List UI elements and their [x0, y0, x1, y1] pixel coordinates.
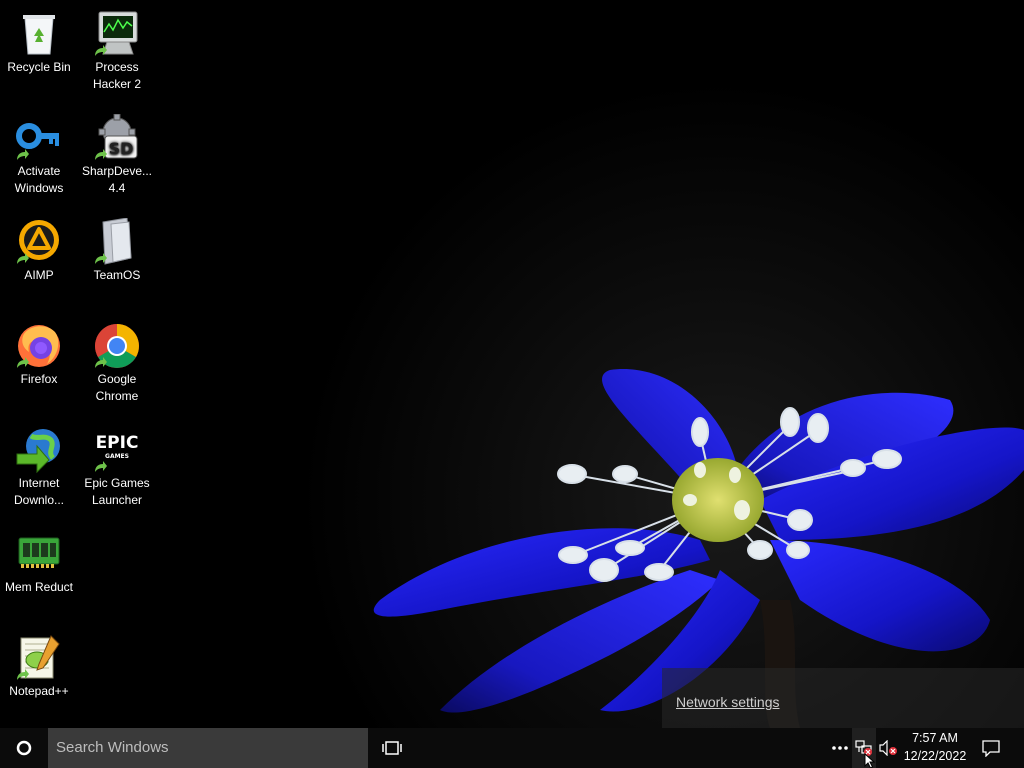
- network-flyout: Network settings: [662, 668, 1024, 728]
- mouse-cursor-icon: [864, 752, 876, 768]
- key-icon: [15, 114, 63, 162]
- clock-date: 12/22/2022: [903, 749, 967, 763]
- desktop-icon-label: Firefox: [20, 372, 58, 386]
- desktop[interactable]: Recycle Bin Process Hacker 2 Activate Wi…: [0, 0, 1024, 768]
- epic-logo-text: EPIC: [96, 433, 139, 453]
- desktop-icon-google-chrome[interactable]: Google Chrome: [78, 322, 156, 405]
- firefox-icon: [15, 322, 63, 370]
- desktop-icon-process-hacker[interactable]: Process Hacker 2: [78, 10, 156, 93]
- internet-download-manager-icon: [15, 426, 63, 474]
- action-center-button[interactable]: [974, 728, 1008, 768]
- action-center-icon: [982, 740, 1000, 757]
- desktop-icon-recycle-bin[interactable]: Recycle Bin: [0, 10, 78, 76]
- volume-muted-icon: [879, 740, 897, 756]
- desktop-icon-label: Activate Windows: [14, 164, 64, 195]
- desktop-icon-label: TeamOS: [93, 268, 141, 282]
- desktop-icon-label: Mem Reduct: [4, 580, 74, 594]
- desktop-icon-notepadpp[interactable]: Notepad++: [0, 634, 78, 700]
- recycle-bin-icon: [15, 10, 63, 58]
- desktop-icon-teamos[interactable]: TeamOS: [78, 218, 156, 284]
- teamos-icon: [93, 218, 141, 266]
- svg-text:SD: SD: [109, 139, 134, 158]
- desktop-icon-sharpdevelop[interactable]: SD SharpDeve... 4.4: [78, 114, 156, 197]
- sharpdevelop-icon: SD: [93, 114, 141, 162]
- taskbar-clock[interactable]: 7:57 AM 12/22/2022: [900, 728, 970, 768]
- desktop-icon-firefox[interactable]: Firefox: [0, 322, 78, 388]
- tray-volume-button[interactable]: [876, 728, 900, 768]
- desktop-icon-epic-games[interactable]: EPIC GAMES Epic Games Launcher: [78, 426, 156, 509]
- search-input[interactable]: Search Windows: [48, 728, 368, 768]
- desktop-icon-label: SharpDeve... 4.4: [81, 164, 153, 195]
- aimp-icon: [15, 218, 63, 266]
- task-view-button[interactable]: [374, 728, 410, 768]
- epic-logo-subtext: GAMES: [105, 453, 129, 460]
- memory-chip-icon: [15, 530, 63, 578]
- desktop-icon-internet-download-manager[interactable]: Internet Downlo...: [0, 426, 78, 509]
- epic-games-icon: EPIC GAMES: [93, 426, 141, 474]
- clock-time: 7:57 AM: [912, 731, 958, 745]
- desktop-icon-label: Process Hacker 2: [92, 60, 142, 91]
- tray-overflow-button[interactable]: [828, 728, 852, 768]
- desktop-icon-aimp[interactable]: AIMP: [0, 218, 78, 284]
- start-button[interactable]: [0, 728, 48, 768]
- desktop-icon-label: Epic Games Launcher: [84, 476, 150, 507]
- network-settings-link[interactable]: Network settings: [676, 694, 779, 710]
- more-dots-icon: [832, 746, 848, 750]
- desktop-icon-label: Notepad++: [9, 684, 69, 698]
- chrome-icon: [93, 322, 141, 370]
- desktop-icon-activate-windows[interactable]: Activate Windows: [0, 114, 78, 197]
- desktop-icon-label: Recycle Bin: [7, 60, 71, 74]
- desktop-icon-label: AIMP: [24, 268, 54, 282]
- cortana-circle-icon: [16, 740, 32, 756]
- desktop-icon-label: Google Chrome: [95, 372, 139, 403]
- search-placeholder: Search Windows: [56, 739, 169, 756]
- desktop-icon-label: Internet Downlo...: [13, 476, 65, 507]
- desktop-icon-mem-reduct[interactable]: Mem Reduct: [0, 530, 78, 596]
- notepadpp-icon: [15, 634, 63, 682]
- process-hacker-icon: [93, 10, 141, 58]
- task-view-icon: [382, 741, 402, 755]
